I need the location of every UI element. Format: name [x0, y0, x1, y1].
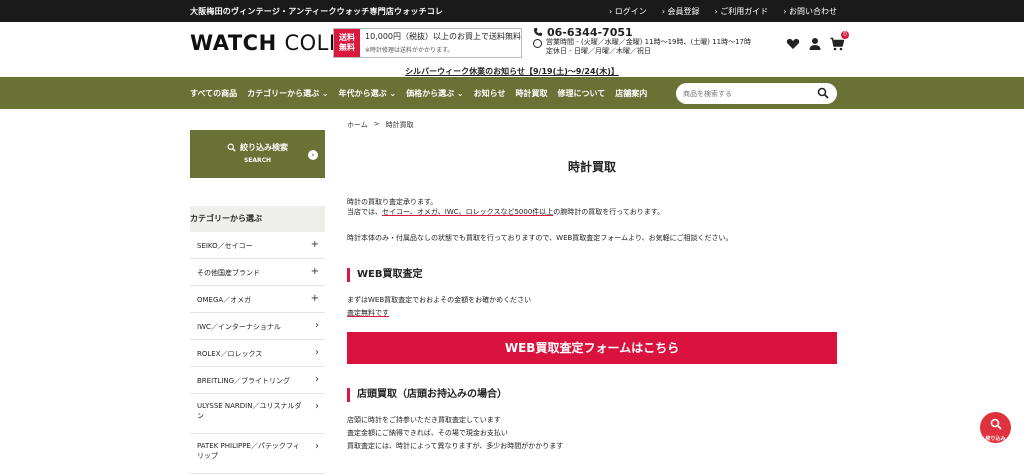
intro-line-2-start: 当店では、 [347, 208, 382, 216]
free-appraisal-text: 査定無料です [347, 309, 389, 317]
intro-line-1: 時計の買取り査定承ります。 [347, 198, 438, 206]
store-appraisal-heading: 店頭買取（店頭お持込みの場合） [347, 388, 837, 402]
user-icon[interactable] [808, 36, 822, 50]
guide-link[interactable]: ご利用ガイド [715, 6, 768, 17]
category-item-ulysse-nardin[interactable]: ULYSSE NARDIN／ユリスナルダン › [190, 394, 325, 434]
main-content: ホーム > 時計買取 時計買取 時計の買取り査定承ります。 当店では、セイコー、… [347, 120, 837, 453]
category-item-rolex[interactable]: ROLEX／ロレックス › [190, 340, 325, 367]
cart-icon[interactable]: 0 [830, 31, 849, 51]
breadcrumb-separator: > [373, 120, 380, 128]
category-item-iwc[interactable]: IWC／インターナショナル › [190, 313, 325, 340]
search-box [676, 83, 837, 104]
notice-banner: シルバーウィーク休業のお知らせ【9/19(土)～9/24(木)】 [0, 66, 1024, 77]
main-nav: すべての商品 カテゴリーから選ぶ ⌄ 年代から選ぶ ⌄ 価格から選ぶ ⌄ お知ら… [0, 77, 1024, 109]
store-appraisal-text: 店頭に時計をご持参いただき買取査定しています 査定金額にご納得できれば、その場で… [347, 414, 837, 453]
web-appraisal-heading: WEB買取査定 [347, 268, 837, 282]
nav-era[interactable]: 年代から選ぶ ⌄ [339, 88, 397, 99]
nav-buyback[interactable]: 時計買取 [515, 88, 547, 99]
category-heading: カテゴリーから選ぶ [190, 206, 325, 232]
chevron-right-icon: › [315, 441, 319, 452]
register-link[interactable]: 会員登録 [662, 6, 700, 17]
clock-icon [533, 39, 542, 48]
store-line-3: 買取査定には、時計によって異なりますが、多少お時間がかかります [347, 442, 564, 450]
breadcrumb-home[interactable]: ホーム [347, 120, 368, 130]
nav-news[interactable]: お知らせ [474, 88, 506, 99]
chevron-right-icon: › [308, 150, 318, 160]
category-label: ROLEX／ロレックス [197, 350, 263, 358]
header-icons: 0 [786, 31, 849, 51]
category-label: PATEK PHILIPPE／パテックフィリップ [197, 442, 300, 460]
intro-line-2-end: の腕時計の買取を行っております。 [553, 208, 665, 216]
contact-info: 06-6344-7051 営業時間 - (火曜／水曜／金曜) 11時～19時、(… [533, 27, 751, 56]
sidebar: 絞り込み検索 SEARCH › カテゴリーから選ぶ SEIKO／セイコー + その… [190, 130, 325, 474]
breadcrumb-current: 時計買取 [385, 121, 414, 129]
heart-icon[interactable] [786, 36, 800, 50]
search-input[interactable] [683, 87, 813, 100]
intro-line-3: 時計本体のみ・付属品なしの状態でも買取を行っておりますので、WEB買取査定フォー… [347, 234, 733, 242]
floating-filter-label: 絞り込み [985, 436, 1006, 442]
free-shipping-text: 10,000円（税抜）以上のお買上で送料無料 [365, 32, 521, 41]
logo-bold-text: WATCH [190, 31, 277, 55]
chevron-right-icon: › [315, 374, 319, 385]
store-line-1: 店頭に時計をご持参いただき買取査定しています [347, 416, 501, 424]
category-label: SEIKO／セイコー [197, 242, 253, 250]
category-label: OMEGA／オメガ [197, 296, 252, 304]
category-item-domestic[interactable]: その他国産ブランド + [190, 259, 325, 286]
web-appraisal-text: まずはWEB買取査定でおおよその金額をお確かめください [347, 296, 532, 304]
filter-search-button[interactable]: 絞り込み検索 SEARCH › [190, 130, 325, 178]
intro-line-2-highlight: セイコー、オメガ、IWC、ロレックスなど5000件以上 [382, 208, 554, 216]
nav-price[interactable]: 価格から選ぶ ⌄ [406, 88, 464, 99]
filter-title: 絞り込み検索 [240, 143, 288, 152]
cart-count-badge: 0 [841, 31, 849, 39]
search-icon [990, 418, 1002, 430]
page-title: 時計買取 [567, 160, 616, 174]
free-shipping-banner: 送料 無料 10,000円（税抜）以上のお買上で送料無料 ※時計修理は送料がかか… [333, 28, 522, 58]
plus-icon[interactable]: + [311, 294, 319, 304]
notice-link[interactable]: シルバーウィーク休業のお知らせ【9/19(土)～9/24(木)】 [405, 67, 619, 76]
phone-number[interactable]: 06-6344-7051 [547, 27, 633, 38]
category-label: BREITLING／ブライトリング [197, 377, 291, 385]
filter-subtitle: SEARCH [243, 157, 272, 164]
free-shipping-note: ※時計修理は送料がかかります。 [365, 47, 454, 54]
intro-text: 時計の買取り査定承ります。 当店では、セイコー、オメガ、IWC、ロレックスなど5… [347, 197, 837, 217]
category-item-omega[interactable]: OMEGA／オメガ + [190, 286, 325, 313]
breadcrumb: ホーム > 時計買取 [347, 120, 837, 130]
web-appraisal-form-button[interactable]: WEB買取査定フォームはこちら [347, 332, 837, 364]
category-label: IWC／インターナショナル [197, 323, 281, 331]
site-logo[interactable]: WATCH COLLE [190, 31, 355, 55]
category-label: その他国産ブランド [197, 269, 260, 277]
top-bar: 大阪梅田のヴィンテージ・アンティークウォッチ専門店ウォッチコレ ログイン 会員登… [0, 0, 1024, 22]
chevron-right-icon: › [315, 320, 319, 331]
login-link[interactable]: ログイン [609, 6, 647, 17]
top-links: ログイン 会員登録 ご利用ガイド お問い合わせ [609, 6, 837, 17]
search-icon[interactable] [817, 87, 829, 99]
category-item-patek-philippe[interactable]: PATEK PHILIPPE／パテックフィリップ › [190, 434, 325, 474]
category-label: ULYSSE NARDIN／ユリスナルダン [197, 402, 302, 420]
plus-icon[interactable]: + [311, 240, 319, 250]
contact-link[interactable]: お問い合わせ [783, 6, 837, 17]
site-header: WATCH COLLE 送料 無料 10,000円（税抜）以上のお買上で送料無料… [0, 22, 1024, 64]
search-icon [227, 143, 236, 152]
chevron-right-icon: › [315, 401, 319, 412]
closed-days: 定休日 - 日曜／月曜／木曜／祝日 [546, 47, 651, 55]
site-tagline: 大阪梅田のヴィンテージ・アンティークウォッチ専門店ウォッチコレ [190, 7, 444, 16]
chevron-right-icon: › [315, 347, 319, 358]
free-shipping-badge: 送料 無料 [334, 29, 360, 57]
nav-category[interactable]: カテゴリーから選ぶ ⌄ [247, 88, 329, 99]
category-item-seiko[interactable]: SEIKO／セイコー + [190, 232, 325, 259]
category-item-breitling[interactable]: BREITLING／ブライトリング › [190, 367, 325, 394]
business-hours: 営業時間 - (火曜／水曜／金曜) 11時～19時、(土曜) 11時～17時 [546, 38, 751, 46]
store-line-2: 査定金額にご納得できれば、その場で現金お支払い [347, 429, 508, 437]
nav-store-info[interactable]: 店舗案内 [615, 88, 647, 99]
plus-icon[interactable]: + [311, 267, 319, 277]
nav-all-products[interactable]: すべての商品 [190, 88, 237, 99]
nav-repair[interactable]: 修理について [557, 88, 605, 99]
floating-filter-button[interactable]: 絞り込み [980, 412, 1011, 443]
phone-icon [534, 28, 542, 36]
